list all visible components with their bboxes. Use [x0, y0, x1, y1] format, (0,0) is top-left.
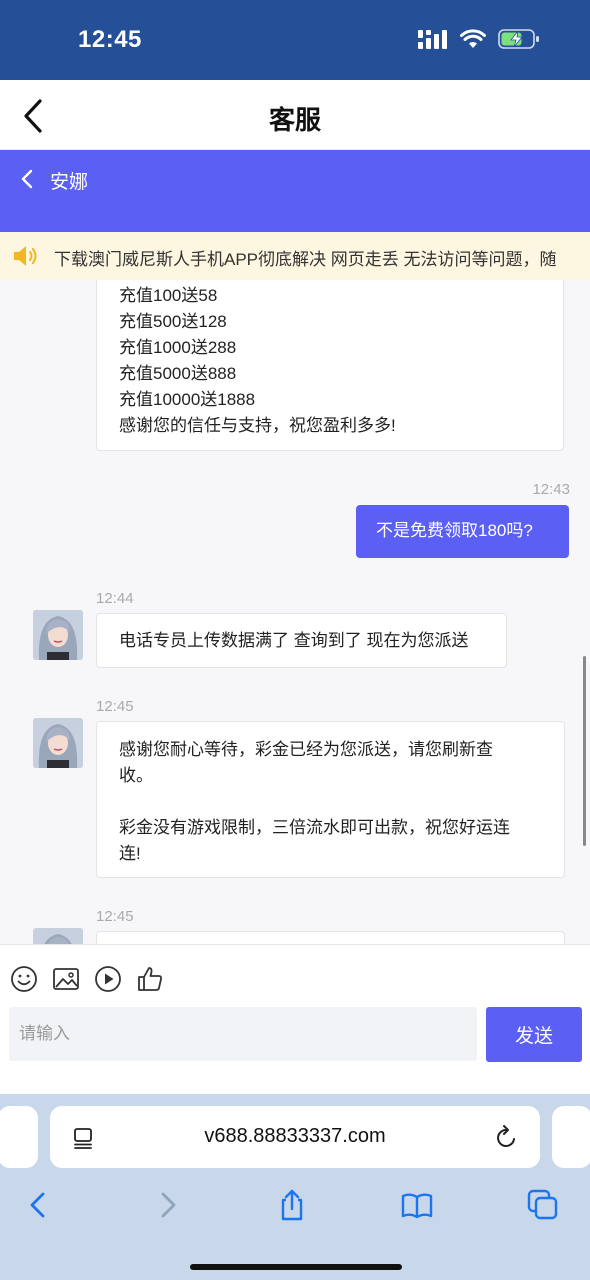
chat-area[interactable]: 充值100送58 充值500送128 充值1000送288 充值5000送888… — [0, 280, 590, 944]
image-icon[interactable] — [52, 965, 80, 993]
message-line: 充值500送128 — [119, 312, 227, 331]
message-line: 彩金没有游戏限制，三倍流水即可出款，祝您好运连 — [119, 818, 510, 837]
toolbar — [10, 965, 164, 993]
message-timestamp: 12:44 — [96, 590, 134, 607]
message-timestamp: 12:43 — [532, 481, 570, 498]
home-indicator — [190, 1264, 402, 1270]
message-timestamp: 12:45 — [96, 698, 134, 715]
message-line: 感谢您耐心等待，彩金已经为您派送，请您刷新查 — [119, 740, 493, 759]
chat-header: 安娜 — [0, 150, 590, 232]
page-title: 客服 — [268, 105, 321, 135]
message-line: 连! — [119, 844, 141, 863]
bookmarks-icon[interactable] — [400, 1188, 434, 1222]
message-line: 充值100送58 — [119, 286, 218, 305]
wifi-icon — [460, 29, 486, 48]
message-line: 感谢您的信任与支持，祝您盈利多多! — [119, 416, 396, 435]
message-line: 收。 — [119, 766, 153, 785]
address-bar[interactable]: v688.88833337.com — [50, 1106, 540, 1168]
input-area: 发送 — [0, 944, 590, 1094]
notice-bar: 下载澳门威尼斯人手机APP彻底解决 网页走丢 无法访问等问题，随 — [0, 232, 590, 280]
my-message-bubble: 不是免费领取180吗? — [356, 505, 569, 558]
signal-icon — [418, 30, 447, 49]
url-text: v688.88833337.com — [204, 1125, 386, 1147]
page-header: 客服 — [0, 80, 590, 150]
notice-text: 下载澳门威尼斯人手机APP彻底解决 网页走丢 无法访问等问题，随 — [54, 250, 557, 269]
message-line: 充值5000送888 — [119, 364, 237, 383]
message-bubble: 电话专员上传数据满了 查询到了 现在为您派送 — [96, 613, 507, 668]
message-bubble: 感谢您耐心等待，彩金已经为您派送，请您刷新查 收。 彩金没有游戏限制，三倍流水即… — [96, 721, 565, 878]
agent-avatar — [33, 928, 83, 944]
battery-charging-icon — [498, 29, 539, 49]
message-bubble — [96, 931, 565, 944]
message-line: 充值1000送288 — [119, 338, 237, 357]
scrollbar[interactable] — [583, 656, 586, 846]
emoji-icon[interactable] — [10, 965, 38, 993]
message-input[interactable] — [9, 1007, 477, 1061]
reload-icon[interactable] — [494, 1124, 518, 1150]
forward-arrow-icon[interactable] — [150, 1188, 184, 1222]
browser-toolbar: v688.88833337.com — [0, 1094, 590, 1280]
agent-avatar — [33, 610, 83, 660]
status-time: 12:45 — [78, 26, 142, 53]
video-icon[interactable] — [94, 965, 122, 993]
status-icons — [418, 28, 540, 50]
send-button[interactable]: 发送 — [486, 1007, 582, 1062]
chat-back-button[interactable] — [18, 168, 38, 190]
agent-name: 安娜 — [50, 172, 89, 193]
status-bar: 12:45 — [0, 0, 590, 80]
next-tab-peek[interactable] — [552, 1106, 590, 1168]
agent-avatar — [33, 718, 83, 768]
message-bubble: 充值100送58 充值500送128 充值1000送288 充值5000送888… — [96, 280, 564, 451]
message-line: 充值10000送1888 — [119, 390, 256, 409]
thumbs-up-icon[interactable] — [136, 965, 164, 993]
message-timestamp: 12:45 — [96, 908, 134, 925]
chevron-left-icon — [21, 169, 33, 189]
back-arrow-icon[interactable] — [22, 1188, 56, 1222]
previous-tab-peek[interactable] — [0, 1106, 38, 1168]
tabs-icon[interactable] — [526, 1188, 560, 1222]
share-icon[interactable] — [275, 1188, 309, 1222]
speaker-icon — [14, 246, 37, 266]
